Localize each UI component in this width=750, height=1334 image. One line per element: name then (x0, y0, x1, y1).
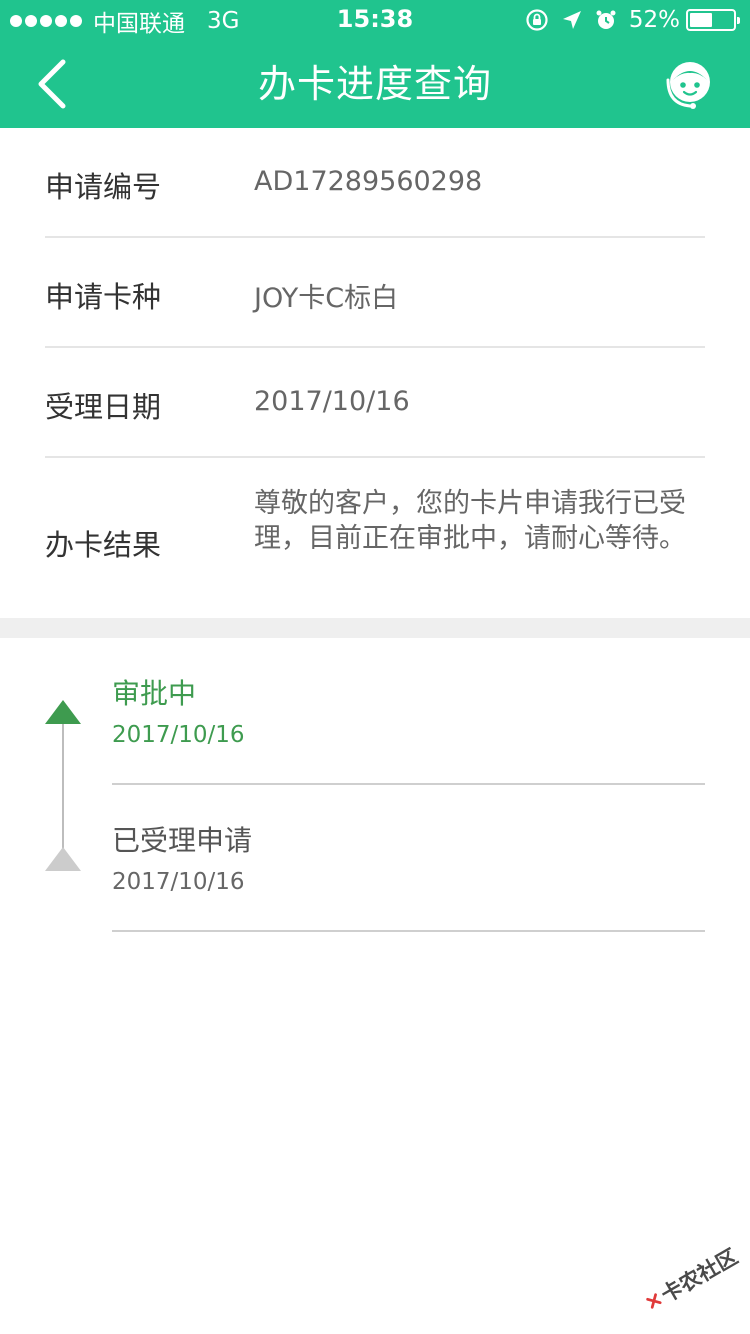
info-row-card-type: 申请卡种 JOY卡C标白 (45, 238, 705, 348)
info-row-result: 办卡结果 尊敬的客户，您的卡片申请我行已受理，目前正在审批中，请耐心等待。 (45, 458, 705, 618)
battery-percent: 52% (628, 7, 680, 33)
timeline-item: 审批中 2017/10/16 (112, 638, 705, 785)
accept-date-value: 2017/10/16 (254, 386, 410, 417)
timeline-date: 2017/10/16 (112, 722, 245, 748)
battery-icon (686, 9, 740, 31)
info-label: 受理日期 (45, 390, 162, 424)
status-bar: 中国联通 3G 15:38 52% (0, 0, 750, 40)
info-label: 办卡结果 (45, 528, 162, 562)
navigation-bar: 办卡进度查询 (0, 40, 750, 128)
rotation-lock-icon (526, 9, 548, 31)
customer-service-icon (666, 62, 710, 109)
timeline-item: 已受理申请 2017/10/16 (112, 785, 705, 932)
application-info: 申请编号 AD17289560298 申请卡种 JOY卡C标白 受理日期 201… (0, 128, 750, 618)
card-type-value: JOY卡C标白 (254, 283, 399, 314)
timeline-connector (62, 722, 64, 862)
section-divider (0, 618, 750, 638)
info-row-application-number: 申请编号 AD17289560298 (45, 128, 705, 238)
page-title: 办卡进度查询 (257, 62, 492, 106)
alarm-icon (596, 10, 616, 29)
timeline-date: 2017/10/16 (112, 869, 245, 895)
result-value: 尊敬的客户，您的卡片申请我行已受理，目前正在审批中，请耐心等待。 (254, 488, 686, 554)
info-label: 申请编号 (45, 170, 162, 204)
customer-service-button[interactable] (658, 54, 722, 116)
chevron-left-icon (38, 59, 66, 109)
info-label: 申请卡种 (45, 280, 162, 314)
progress-timeline: 审批中 2017/10/16 已受理申请 2017/10/16 (0, 638, 750, 1334)
top-bar: 中国联通 3G 15:38 52% 办卡进度查询 (0, 0, 750, 128)
timeline-status: 已受理申请 (112, 824, 253, 857)
timeline-marker-inactive-icon (45, 847, 81, 871)
status-right: 52% (525, 6, 740, 34)
application-number-value: AD17289560298 (254, 166, 483, 197)
back-button[interactable] (22, 54, 82, 114)
timeline-status: 审批中 (112, 677, 197, 710)
info-row-accept-date: 受理日期 2017/10/16 (45, 348, 705, 458)
timeline-marker-active-icon (45, 700, 81, 724)
location-arrow-icon (562, 11, 581, 29)
